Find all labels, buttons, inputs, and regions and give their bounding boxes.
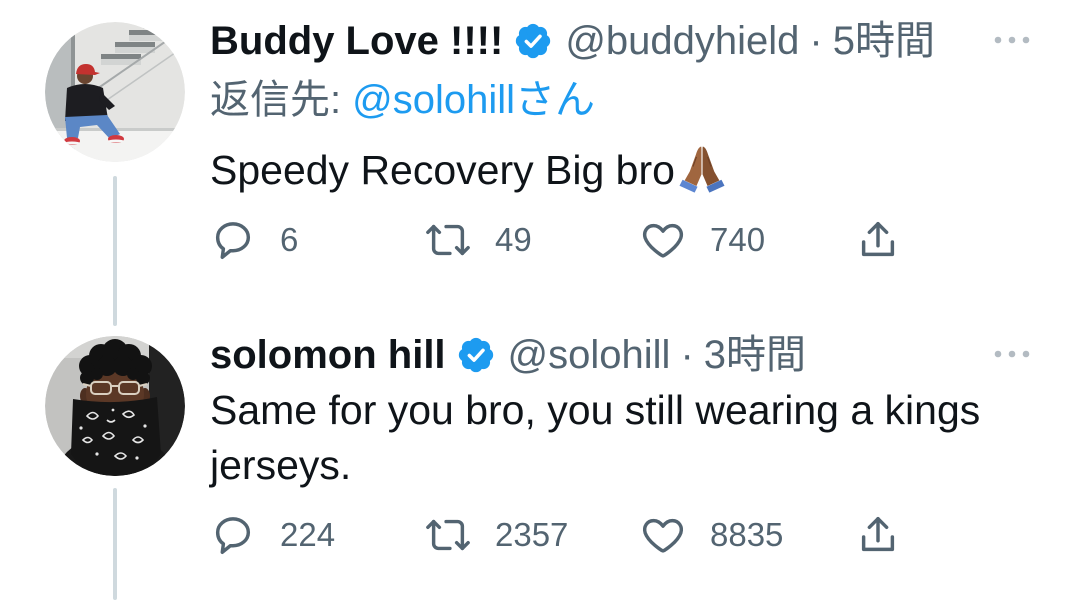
tweet-timestamp[interactable]: 3時間 bbox=[704, 330, 806, 380]
author-name[interactable]: solomon hill bbox=[210, 330, 446, 380]
tweet-header: Buddy Love !!!! @buddyhield · 5時間 bbox=[210, 16, 935, 66]
share-icon bbox=[861, 221, 895, 257]
tweet-actions: 224 2357 8835 bbox=[210, 512, 910, 558]
tweet-timestamp[interactable]: 5時間 bbox=[833, 16, 935, 66]
tweet-actions: 6 49 740 bbox=[210, 217, 910, 263]
author-handle[interactable]: @buddyhield bbox=[565, 16, 799, 66]
author-handle[interactable]: @solohill bbox=[508, 330, 671, 380]
share-button[interactable] bbox=[855, 217, 901, 263]
tweet-header: solomon hill @solohill · 3時間 bbox=[210, 330, 806, 380]
avatar-solomon-hill bbox=[45, 336, 185, 476]
like-button[interactable]: 740 bbox=[640, 217, 765, 263]
retweet-icon bbox=[426, 224, 470, 256]
retweet-button[interactable]: 2357 bbox=[425, 512, 568, 558]
separator-dot: · bbox=[680, 333, 694, 377]
avatar-buddy-love bbox=[45, 22, 185, 162]
like-count: 740 bbox=[710, 221, 766, 258]
more-options-icon bbox=[994, 350, 1030, 358]
reply-icon bbox=[215, 517, 251, 554]
separator-dot: · bbox=[809, 19, 823, 63]
more-options-icon bbox=[994, 36, 1030, 44]
reply-icon bbox=[215, 222, 251, 259]
retweet-button[interactable]: 49 bbox=[425, 217, 532, 263]
share-button[interactable] bbox=[855, 512, 901, 558]
reply-button[interactable]: 224 bbox=[210, 512, 335, 558]
tweet-text: Same for you bro, you still wearing a ki… bbox=[210, 387, 981, 488]
heart-icon bbox=[642, 518, 684, 553]
tweet[interactable]: solomon hill @solohill · 3時間 Same for yo… bbox=[0, 314, 1080, 614]
tweet-text-content: Speedy Recovery Big bro bbox=[210, 147, 675, 193]
thread-connector-line bbox=[113, 176, 117, 326]
like-count: 8835 bbox=[710, 516, 784, 553]
avatar[interactable] bbox=[45, 336, 185, 476]
replying-to-line: 返信先: @solohillさん bbox=[210, 75, 595, 125]
more-options-button[interactable] bbox=[992, 33, 1032, 47]
reply-button[interactable]: 6 bbox=[210, 217, 298, 263]
more-options-button[interactable] bbox=[992, 347, 1032, 361]
like-button[interactable]: 8835 bbox=[640, 512, 783, 558]
verified-badge-icon bbox=[458, 337, 493, 373]
folded-hands-emoji bbox=[679, 146, 725, 193]
verified-badge-icon bbox=[516, 23, 551, 59]
author-name[interactable]: Buddy Love !!!! bbox=[210, 16, 503, 66]
replying-to-handle-link[interactable]: @solohillさん bbox=[352, 78, 595, 122]
tweet-text: Speedy Recovery Big bro bbox=[210, 143, 1010, 198]
share-icon bbox=[861, 516, 895, 552]
tweet[interactable]: Buddy Love !!!! @buddyhield · 5時間 返信先: @s… bbox=[0, 0, 1080, 330]
retweet-count: 2357 bbox=[495, 516, 569, 553]
thread-connector-line bbox=[113, 488, 117, 600]
reply-count: 224 bbox=[280, 516, 336, 553]
retweet-count: 49 bbox=[495, 221, 532, 258]
heart-icon bbox=[642, 223, 684, 258]
retweet-icon bbox=[426, 519, 470, 551]
replying-to-label: 返信先: bbox=[210, 78, 342, 122]
avatar[interactable] bbox=[45, 22, 185, 162]
reply-count: 6 bbox=[280, 221, 299, 258]
